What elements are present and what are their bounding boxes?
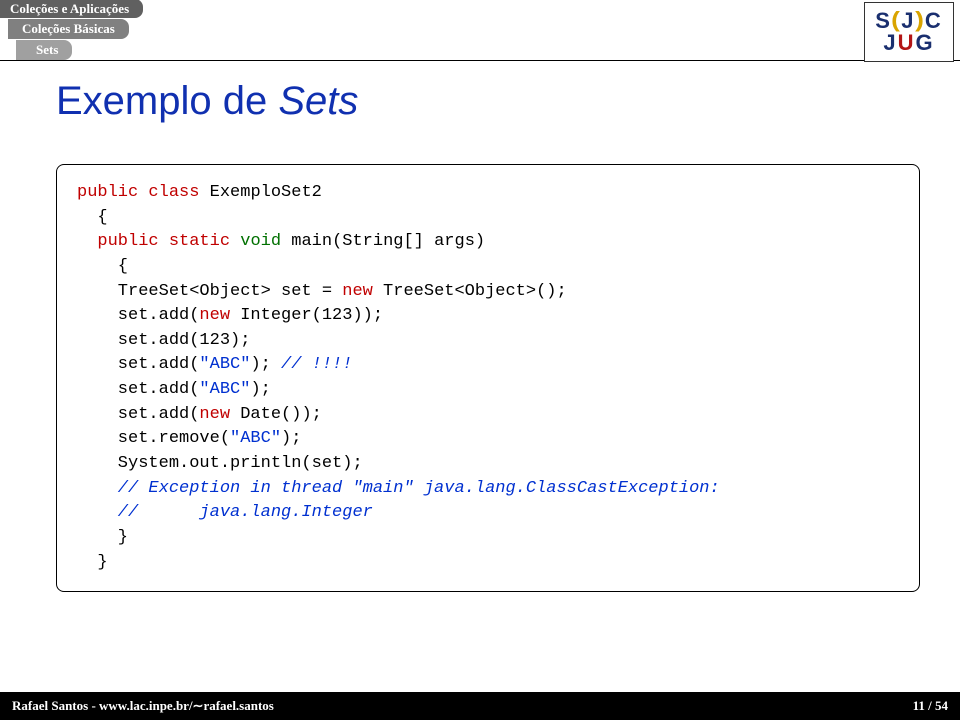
code-classname: ExemploSet2 — [199, 183, 321, 202]
breadcrumb-l2: Coleções Básicas — [8, 19, 129, 39]
kw-public: public — [77, 183, 138, 202]
page-title: Exemplo de Sets — [56, 79, 920, 124]
cmt-exc1: // Exception in thread "main" java.lang.… — [77, 479, 720, 498]
code-l02: { — [77, 208, 108, 227]
footer-page: 11 / 54 — [913, 698, 948, 714]
logo-g: G — [916, 30, 935, 55]
kw-static: static — [159, 232, 230, 251]
breadcrumb-l1: Coleções e Aplicações — [0, 0, 143, 18]
sjc-jug-logo: S(J)C JUG — [864, 2, 954, 62]
code-l05c: TreeSet<Object>(); — [373, 282, 567, 301]
code-l06a: set.add( — [77, 306, 199, 325]
logo-arc2-icon: ) — [915, 9, 926, 31]
logo-j2: J — [883, 30, 897, 55]
cmt-bang: // !!!! — [281, 355, 352, 374]
logo-arc-icon: ( — [891, 9, 902, 31]
str-abc1: "ABC" — [199, 355, 250, 374]
title-ital: Sets — [278, 79, 358, 123]
code-l11c: ); — [281, 429, 301, 448]
breadcrumb: Coleções e Aplicações Coleções Básicas S… — [0, 0, 960, 60]
breadcrumb-l3: Sets — [16, 40, 72, 60]
code-l05a: TreeSet<Object> set = — [77, 282, 342, 301]
code-l11a: set.remove( — [77, 429, 230, 448]
code-mainsig: main(String[] args) — [281, 232, 485, 251]
code-l15: } — [77, 528, 128, 547]
code-l09a: set.add( — [77, 380, 199, 399]
kw-new3: new — [199, 405, 230, 424]
footer-author: Rafael Santos - www.lac.inpe.br/∼rafael.… — [12, 698, 274, 714]
code-l08a: set.add( — [77, 355, 199, 374]
cmt-exc2: // java.lang.Integer — [77, 503, 373, 522]
slide-content: Exemplo de Sets public class ExemploSet2… — [0, 61, 960, 692]
kw-new2: new — [199, 306, 230, 325]
kw-new1: new — [342, 282, 373, 301]
str-abc3: "ABC" — [230, 429, 281, 448]
kw-class: class — [138, 183, 199, 202]
code-l06c: Integer(123)); — [230, 306, 383, 325]
code-l10a: set.add( — [77, 405, 199, 424]
code-l10c: Date()); — [230, 405, 322, 424]
logo-cup-icon: U — [898, 30, 916, 55]
title-prefix: Exemplo de — [56, 79, 278, 123]
code-l12: System.out.println(set); — [77, 454, 363, 473]
code-l16: } — [77, 553, 108, 572]
code-listing: public class ExemploSet2 { public static… — [56, 164, 920, 592]
code-l04: { — [77, 257, 128, 276]
code-l08c: ); — [250, 355, 281, 374]
code-l09c: ); — [250, 380, 270, 399]
code-l07: set.add(123); — [77, 331, 250, 350]
footer: Rafael Santos - www.lac.inpe.br/∼rafael.… — [0, 692, 960, 720]
type-void: void — [230, 232, 281, 251]
str-abc2: "ABC" — [199, 380, 250, 399]
kw-public2: public — [77, 232, 159, 251]
header: Coleções e Aplicações Coleções Básicas S… — [0, 0, 960, 61]
